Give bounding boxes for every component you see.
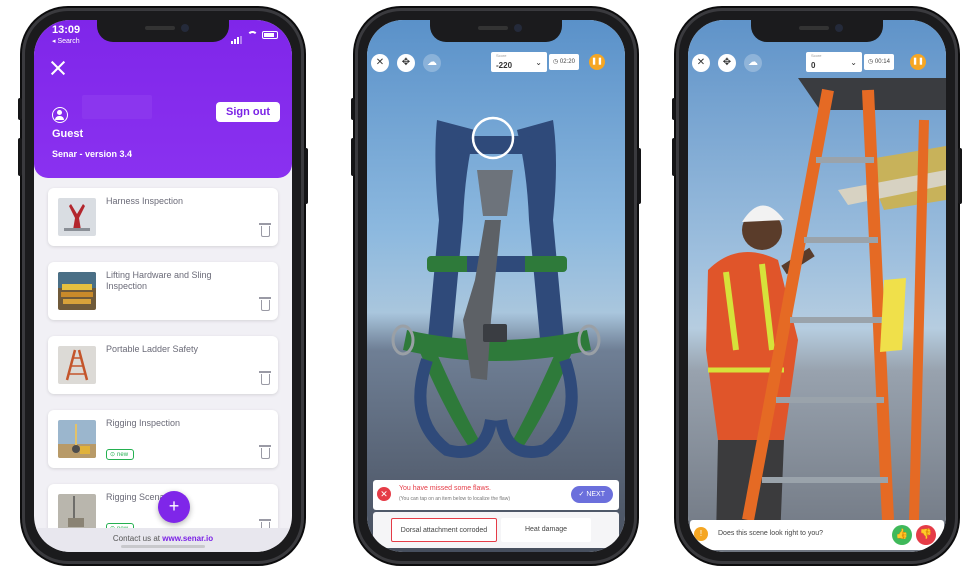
cloud-icon[interactable]: ☁ bbox=[423, 54, 441, 72]
new-badge: ⊙new bbox=[106, 449, 135, 460]
new-badge-icon: ⊙ bbox=[110, 452, 116, 458]
back-to-search-link[interactable]: ◂ Search bbox=[52, 37, 80, 45]
scene-question: Does this scene look right to you? bbox=[718, 530, 824, 537]
user-icon bbox=[52, 107, 68, 123]
close-icon[interactable] bbox=[50, 60, 66, 76]
flaw-choices: Dorsal attachment corroded Heat damage bbox=[373, 512, 619, 548]
trash-icon[interactable] bbox=[259, 223, 271, 237]
score-value: 0 bbox=[811, 60, 816, 70]
timer: ◷ 02:20 bbox=[549, 54, 579, 70]
timer: ◷ 00:14 bbox=[864, 54, 894, 70]
score-value: -220 bbox=[496, 60, 513, 70]
course-title: Portable Ladder Safety bbox=[106, 344, 199, 354]
missed-flaws-alert: ✕ You have missed some flaws. (You can t… bbox=[373, 480, 619, 510]
course-title: Lifting Hardware and Sling Inspection bbox=[106, 270, 212, 291]
user-name-redacted bbox=[82, 95, 152, 119]
trash-icon[interactable] bbox=[259, 371, 271, 385]
status-time: 13:09 bbox=[52, 24, 81, 36]
course-card[interactable]: Lifting Hardware and Sling Inspection bbox=[48, 262, 278, 320]
alert-icon: ✕ bbox=[377, 487, 391, 501]
contact-link[interactable]: www.senar.io bbox=[162, 534, 213, 543]
thumbs-down-icon[interactable]: 👎 bbox=[916, 525, 936, 545]
chevron-down-icon: ⌄ bbox=[850, 57, 857, 67]
hint-icon: ! bbox=[694, 527, 708, 541]
harness-inspection-screen: ✕ ✥ ☁ Score -220 ⌄ ◷ 02:20 ❚❚ ✕ You have… bbox=[367, 20, 625, 552]
phone-harness-screen: ✕ ✥ ☁ Score -220 ⌄ ◷ 02:20 ❚❚ ✕ You have… bbox=[351, 8, 641, 564]
course-card[interactable]: Portable Ladder Safety bbox=[48, 336, 278, 394]
clock-icon: ◷ bbox=[868, 59, 874, 65]
flaw-choice-heat[interactable]: Heat damage bbox=[501, 518, 591, 542]
move-icon[interactable]: ✥ bbox=[718, 54, 736, 72]
menu-screen: 13:09 ◂ Search Sign out Guest Senar - ve… bbox=[34, 20, 292, 552]
cloud-icon[interactable]: ☁ bbox=[744, 54, 762, 72]
trash-icon[interactable] bbox=[259, 445, 271, 459]
wifi-icon bbox=[247, 31, 258, 39]
rigging-scenarios-thumbnail bbox=[58, 494, 96, 532]
next-button[interactable]: ✓ NEXT bbox=[570, 486, 613, 503]
home-indicator bbox=[121, 545, 205, 548]
course-card[interactable]: Harness Inspection bbox=[48, 188, 278, 246]
phone-ladder-screen: ✕ ✥ ☁ Score 0 ⌄ ◷ 00:14 ❚❚ ! Does this s… bbox=[672, 8, 962, 564]
harness-3d-model[interactable] bbox=[367, 20, 625, 552]
close-icon[interactable]: ✕ bbox=[692, 54, 710, 72]
app-version: Senar - version 3.4 bbox=[52, 149, 133, 159]
course-title: Rigging Inspection bbox=[106, 418, 181, 428]
close-icon[interactable]: ✕ bbox=[371, 54, 389, 72]
clock-icon: ◷ bbox=[553, 59, 559, 65]
thumbs-up-icon[interactable]: 👍 bbox=[892, 525, 912, 545]
menu-header: 13:09 ◂ Search Sign out Guest Senar - ve… bbox=[34, 20, 292, 178]
user-name: Guest bbox=[52, 128, 84, 140]
pause-icon[interactable]: ❚❚ bbox=[589, 54, 605, 70]
chevron-down-icon: ⌄ bbox=[535, 57, 542, 67]
score-selector[interactable]: Score 0 ⌄ bbox=[806, 52, 862, 72]
trash-icon[interactable] bbox=[259, 297, 271, 311]
flaw-choice-dorsal[interactable]: Dorsal attachment corroded bbox=[391, 518, 497, 542]
footer-contact: Contact us at www.senar.io bbox=[34, 528, 292, 552]
harness-thumbnail bbox=[58, 198, 96, 236]
lifting-hardware-thumbnail bbox=[58, 272, 96, 310]
pause-icon[interactable]: ❚❚ bbox=[910, 54, 926, 70]
sign-out-button[interactable]: Sign out bbox=[216, 102, 280, 122]
status-icons bbox=[231, 26, 278, 44]
score-selector[interactable]: Score -220 ⌄ bbox=[491, 52, 547, 72]
alert-subtitle: (You can tap on an item below to localiz… bbox=[399, 496, 510, 502]
scene-question-bar: ! Does this scene look right to you? 👍 👎 bbox=[690, 520, 944, 550]
alert-title: You have missed some flaws. bbox=[399, 485, 491, 492]
move-icon[interactable]: ✥ bbox=[397, 54, 415, 72]
battery-icon bbox=[262, 31, 278, 39]
phone-menu-screen: 13:09 ◂ Search Sign out Guest Senar - ve… bbox=[18, 8, 308, 564]
ladder-3d-scene[interactable] bbox=[688, 20, 946, 552]
signal-icon bbox=[231, 26, 243, 44]
course-card[interactable]: Rigging Inspection ⊙ new bbox=[48, 410, 278, 468]
ladder-thumbnail bbox=[58, 346, 96, 384]
rigging-thumbnail bbox=[58, 420, 96, 458]
add-course-button[interactable]: + bbox=[158, 491, 190, 523]
ladder-safety-screen: ✕ ✥ ☁ Score 0 ⌄ ◷ 00:14 ❚❚ ! Does this s… bbox=[688, 20, 946, 552]
course-title: Harness Inspection bbox=[106, 196, 184, 206]
